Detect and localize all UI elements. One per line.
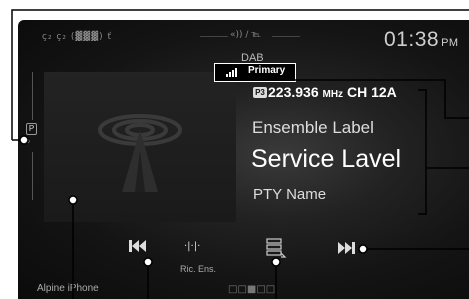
pty-name: PTY Name	[253, 186, 327, 203]
frequency-value: 223.936	[268, 84, 319, 100]
search-icon[interactable]: ⌕	[25, 136, 31, 147]
page-indicator: □□■□□	[228, 284, 276, 295]
audio-phone-icons: «)) / ℡	[230, 30, 261, 40]
channel-label: CH 12A	[346, 84, 397, 100]
frequency-unit: MHz	[322, 89, 344, 100]
status-divider-left	[200, 36, 228, 37]
scan-icon: ·|·|·	[184, 241, 201, 252]
rail-divider-top	[32, 72, 33, 120]
diagram-stage: ç₂ ç₂ (▓▓▓) ť «)) / ℡ 01:38 PM DAB P ⌕ Pr…	[0, 0, 469, 299]
status-icons: ç₂ ç₂ (▓▓▓) ť	[42, 32, 113, 42]
ensemble-label: Ensemble Label	[252, 118, 374, 137]
previous-button[interactable]	[128, 238, 148, 259]
scan-ensemble-button[interactable]: ·|·|·	[184, 241, 200, 252]
signal-strength-icon	[226, 68, 240, 77]
signal-badge: Primary	[214, 63, 296, 82]
station-artwork	[44, 72, 236, 222]
skip-forward-icon	[338, 242, 355, 254]
preset-badge[interactable]: P	[26, 123, 37, 135]
list-button[interactable]	[265, 237, 287, 259]
next-button[interactable]	[336, 240, 356, 261]
rail-divider-bottom	[32, 152, 33, 200]
clock-time: 01:38	[384, 28, 440, 51]
list-icon	[266, 238, 287, 258]
broadcast-icon	[98, 114, 182, 192]
clock-ampm: PM	[441, 37, 459, 49]
scan-ensemble-label: Ric. Ens.	[180, 264, 217, 274]
skip-back-icon	[129, 240, 146, 252]
device-source-label[interactable]: Alpine iPhone	[37, 283, 99, 294]
frequency-readout: 223.936 MHz CH 12A	[268, 84, 397, 100]
service-label: Service Lavel	[251, 145, 402, 173]
status-divider-right	[272, 36, 300, 37]
preset-number-badge: P3	[253, 87, 267, 98]
signal-primary-label: Primary	[248, 65, 286, 76]
clock: 01:38 PM	[384, 28, 459, 52]
